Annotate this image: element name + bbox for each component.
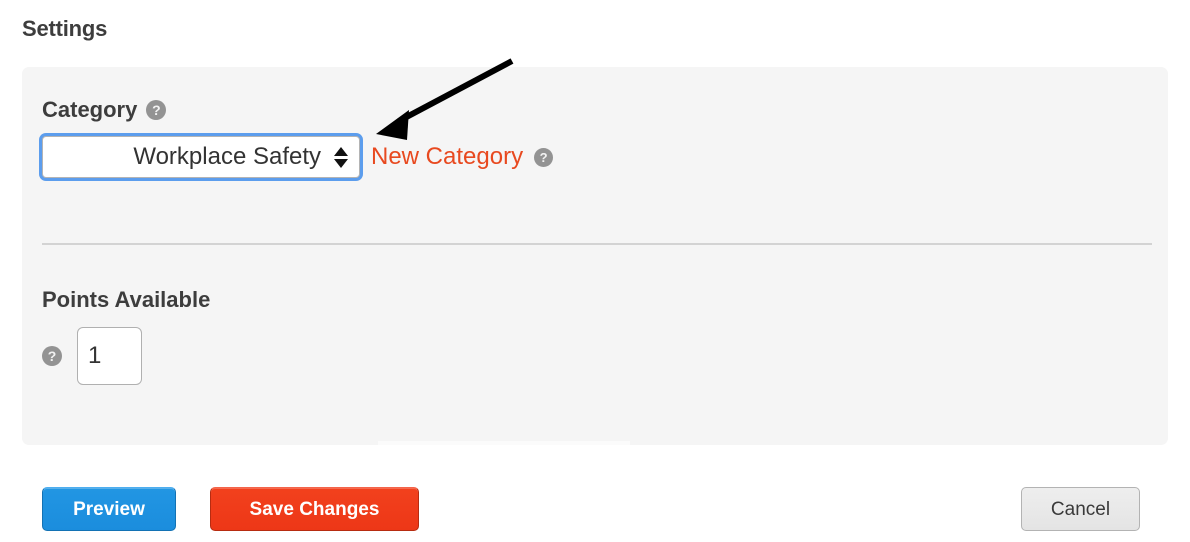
points-available-help-icon[interactable]: ? — [42, 346, 62, 366]
cancel-button[interactable]: Cancel — [1021, 487, 1140, 531]
section-divider — [42, 243, 1152, 245]
category-label-row: Category ? — [42, 99, 553, 121]
new-category-link[interactable]: New Category — [371, 143, 523, 171]
settings-panel: Category ? Workplace Safety New Category… — [22, 67, 1168, 445]
new-category-help-icon[interactable]: ? — [534, 147, 554, 167]
category-field-group: Category ? Workplace Safety New Category… — [42, 99, 554, 178]
category-control-row: Workplace Safety New Category ? — [42, 136, 554, 178]
points-available-label: Points Available — [42, 287, 211, 312]
category-select[interactable]: Workplace Safety — [42, 136, 360, 178]
points-available-field-group: Points Available ? — [42, 289, 210, 385]
save-changes-button[interactable]: Save Changes — [210, 487, 419, 531]
category-select-value: Workplace Safety — [133, 143, 321, 170]
points-available-input[interactable] — [77, 327, 142, 385]
category-label: Category — [42, 97, 138, 122]
category-help-icon[interactable]: ? — [146, 100, 167, 120]
preview-button[interactable]: Preview — [42, 487, 176, 531]
points-available-label-row: Points Available — [42, 289, 210, 311]
panel-bottom-strip — [378, 441, 630, 445]
up-down-triangles-icon — [329, 146, 353, 168]
points-available-control-row: ? — [42, 327, 210, 385]
page-title: Settings — [22, 16, 108, 41]
